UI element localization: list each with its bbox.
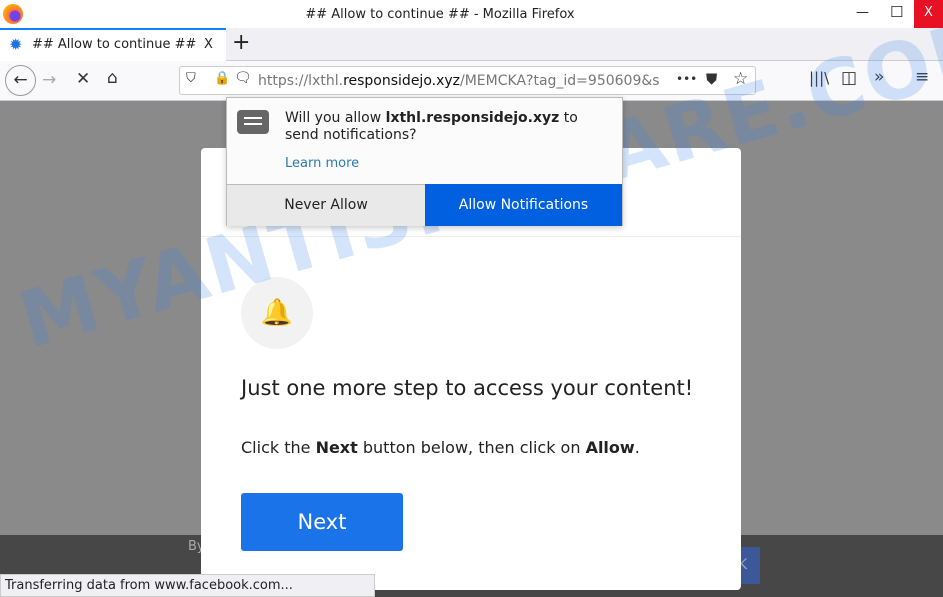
modal-heading: Just one more step to access your conten… (241, 376, 694, 400)
gear-icon: ✹ (9, 35, 23, 54)
url-path: /MEMCKA?tag_id=950609&s (460, 73, 660, 89)
pocket-icon[interactable]: ⛊ (706, 70, 717, 88)
library-icon[interactable]: |||\ (809, 69, 829, 87)
page-actions-button[interactable]: ••• (676, 72, 697, 86)
bookmark-star-icon[interactable]: ☆ (733, 69, 748, 89)
tab-close-button[interactable]: X (204, 37, 213, 52)
learn-more-link[interactable]: Learn more (285, 156, 359, 171)
new-tab-button[interactable]: + (232, 30, 250, 55)
stop-icon[interactable]: ✕ (76, 69, 90, 89)
close-window-button[interactable]: X (914, 0, 943, 28)
menu-icon[interactable]: ≡ (915, 67, 929, 87)
navigation-bar: ← → ✕ ⌂ ⛉ 🔒 🗨 https://lxthl.responsidejo… (0, 61, 943, 101)
lock-icon[interactable]: 🔒 (214, 71, 230, 86)
url-scheme: https://lxthl. (258, 73, 344, 89)
window-title: ## Allow to continue ## - Mozilla Firefo… (305, 7, 575, 22)
next-button[interactable]: Next (241, 493, 403, 551)
bell-icon: 🔔 (241, 277, 313, 349)
forward-button[interactable]: → (42, 70, 56, 90)
notification-permission-icon[interactable]: 🗨 (234, 70, 252, 86)
title-bar: ## Allow to continue ## - Mozilla Firefo… (0, 0, 943, 28)
allow-notifications-button[interactable]: Allow Notifications (425, 184, 622, 226)
url-domain: responsidejo.xyz (343, 73, 461, 89)
url-bar[interactable]: ⛉ 🔒 🗨 https://lxthl.responsidejo.xyz/MEM… (179, 66, 756, 95)
overflow-chevron-icon[interactable]: » (874, 67, 884, 87)
message-icon (237, 110, 269, 134)
maximize-button[interactable]: ☐ (890, 3, 903, 21)
notification-permission-popup: Will you allow lxthl.responsidejo.xyz to… (226, 97, 623, 226)
minimize-button[interactable]: — (856, 5, 869, 20)
status-bar: Transferring data from www.facebook.com.… (0, 574, 375, 597)
shield-icon[interactable]: ⛉ (186, 71, 196, 86)
tab-bar: ✹ ## Allow to continue ## X + (0, 28, 943, 61)
modal-instructions: Click the Next button below, then click … (241, 438, 640, 457)
tab-active[interactable]: ✹ ## Allow to continue ## X (0, 28, 226, 61)
tab-label: ## Allow to continue ## (32, 37, 197, 52)
popup-message: Will you allow lxthl.responsidejo.xyz to… (285, 110, 578, 143)
back-button[interactable]: ← (5, 65, 36, 96)
never-allow-button[interactable]: Never Allow (227, 184, 425, 226)
sidebar-icon[interactable]: ◫ (841, 68, 857, 88)
home-icon[interactable]: ⌂ (107, 68, 118, 88)
